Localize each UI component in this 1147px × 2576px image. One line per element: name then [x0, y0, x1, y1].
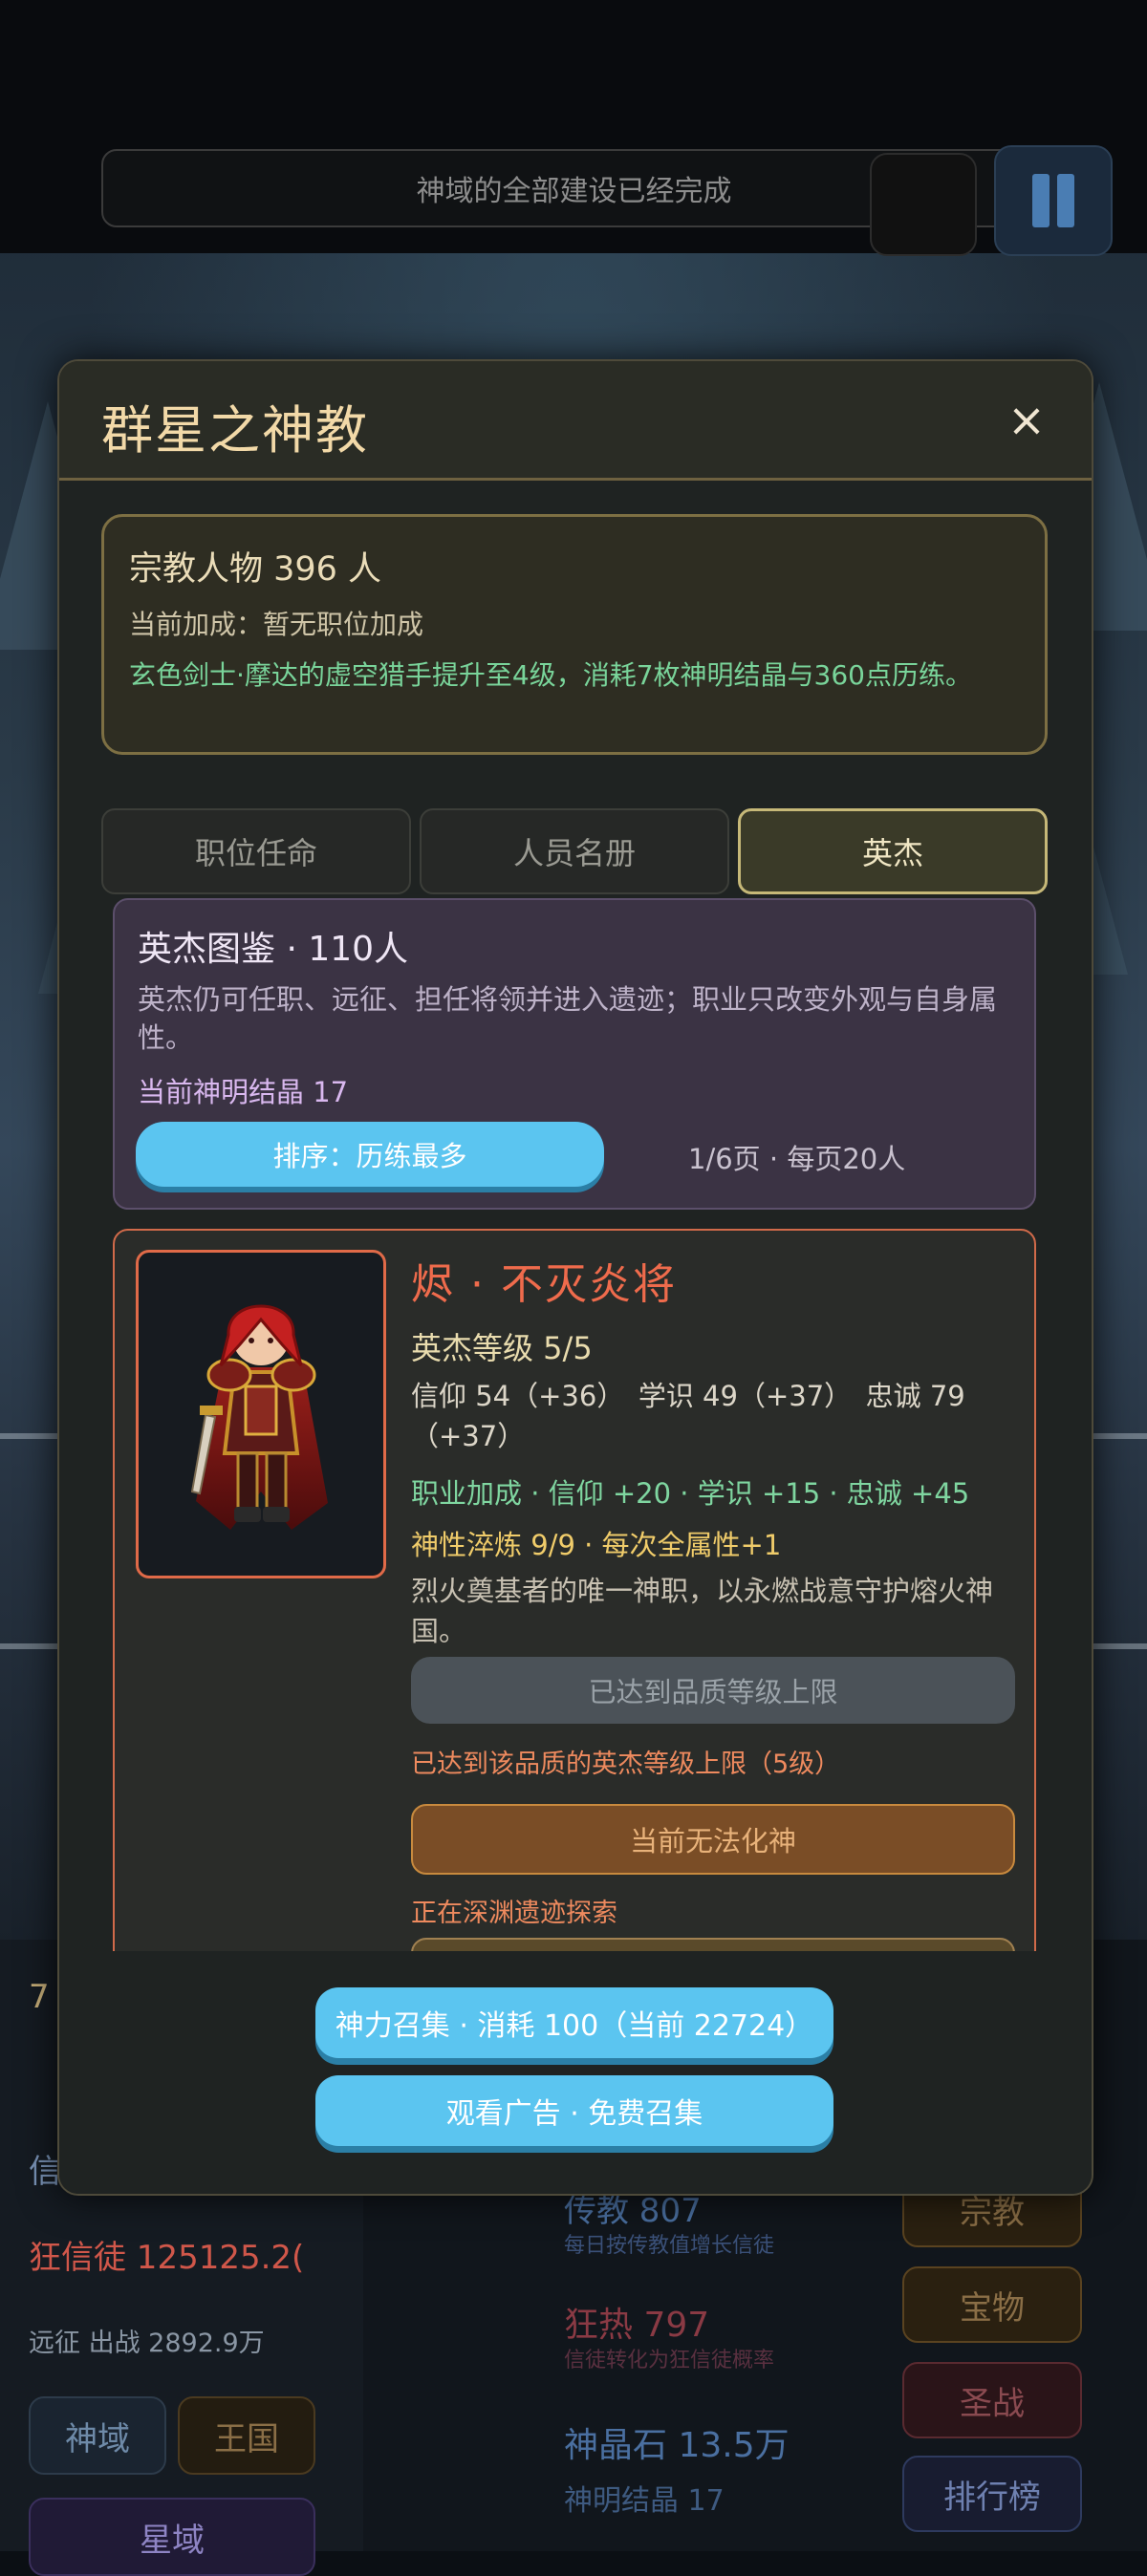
tab-appointment[interactable]: 职位任命: [101, 808, 411, 894]
modal-title: 群星之神教: [101, 400, 369, 461]
divine-summon-button[interactable]: 神力召集 · 消耗 100（当前 22724）: [315, 1987, 833, 2058]
nav-kingdom[interactable]: 王国: [178, 2396, 315, 2475]
side-button-leaderboard[interactable]: 排行榜: [902, 2456, 1082, 2532]
side-button-holy-war[interactable]: 圣战: [902, 2362, 1082, 2438]
hero-name: 烬 · 不灭炎将: [411, 1260, 677, 1309]
nav-divine-realm[interactable]: 神域: [29, 2396, 166, 2475]
divine-refine: 神性淬炼 9/9 · 每次全属性+1: [411, 1529, 782, 1561]
hero-portrait-image: [190, 1304, 328, 1530]
pagination-info: 1/6页 · 每页20人: [688, 1143, 906, 1175]
hero-stats: 信仰 54（+36） 学识 49（+37） 忠诚 79（+37）: [411, 1380, 965, 1452]
back-button[interactable]: [870, 153, 977, 256]
hero-portrait: [136, 1250, 386, 1578]
ad-summon-button[interactable]: 观看广告 · 免费召集: [315, 2075, 833, 2146]
expedition-info: 远征 出战 2892.9万: [29, 2329, 265, 2358]
zeal-desc: 信徒转化为狂信徒概率: [564, 2349, 775, 2372]
job-bonus: 职业加成 · 信仰 +20 · 学识 +15 · 忠诚 +45: [411, 1477, 970, 1510]
hero-codex-title: 英杰图鉴 · 110人: [138, 930, 409, 969]
event-log: 玄色剑士·摩达的虚空猎手提升至4级，消耗7枚神明结晶与360点历练。: [129, 659, 972, 691]
zealot-count: 狂信徒 125125.2(: [29, 2239, 305, 2277]
current-bonus: 当前加成：暂无职位加成: [129, 609, 424, 640]
sort-button[interactable]: 排序：历练最多: [136, 1122, 604, 1187]
pause-button[interactable]: [994, 145, 1113, 256]
faith-label: 信: [29, 2153, 61, 2191]
level-maxed-note: 已达到该品质的英杰等级上限（5级）: [411, 1750, 841, 1779]
close-icon[interactable]: ×: [1006, 397, 1048, 443]
preach-desc: 每日按传教值增长信徒: [564, 2234, 775, 2258]
modal-header: 群星之神教 ×: [59, 361, 1092, 481]
religion-info-box: 宗教人物 396 人 当前加成：暂无职位加成 玄色剑士·摩达的虚空猎手提升至4级…: [101, 514, 1048, 755]
divine-crystal-stat: 神明结晶 17: [564, 2484, 725, 2518]
stat-value: 7: [29, 1978, 50, 2016]
hero-card: 烬 · 不灭炎将 英杰等级 5/5 信仰 54（+36） 学识 49（+37） …: [113, 1229, 1036, 1995]
side-button-treasure[interactable]: 宝物: [902, 2266, 1082, 2343]
deify-button[interactable]: 当前无法化神: [411, 1804, 1015, 1875]
divine-crystal-count: 当前神明结晶 17: [138, 1076, 349, 1108]
zeal-stat: 狂热 797: [564, 2306, 710, 2345]
crystal-stone-stat: 神晶石 13.5万: [564, 2426, 790, 2465]
tab-roster[interactable]: 人员名册: [420, 808, 729, 894]
hero-description: 烈火奠基者的唯一神职，以永燃战意守护熔火神国。: [411, 1575, 994, 1647]
exploring-status: 正在深渊遗迹探索: [411, 1899, 617, 1928]
level-maxed-button[interactable]: 已达到品质等级上限: [411, 1657, 1015, 1724]
member-count: 宗教人物 396 人: [129, 550, 382, 589]
tab-heroes[interactable]: 英杰: [738, 808, 1048, 894]
religion-modal: 群星之神教 × 宗教人物 396 人 当前加成：暂无职位加成 玄色剑士·摩达的虚…: [57, 359, 1093, 2196]
modal-footer: 神力召集 · 消耗 100（当前 22724） 观看广告 · 免费召集: [59, 1951, 1092, 2194]
hero-summary-card: 英杰图鉴 · 110人 英杰仍可任职、远征、担任将领并进入遗迹；职业只改变外观与…: [113, 898, 1036, 1210]
hero-level: 英杰等级 5/5: [411, 1330, 593, 1366]
nav-star-realm[interactable]: 星域: [29, 2498, 315, 2576]
hero-codex-desc: 英杰仍可任职、远征、担任将领并进入遗迹；职业只改变外观与自身属性。: [138, 983, 998, 1054]
tab-bar: 职位任命 人员名册 英杰: [101, 808, 1048, 896]
